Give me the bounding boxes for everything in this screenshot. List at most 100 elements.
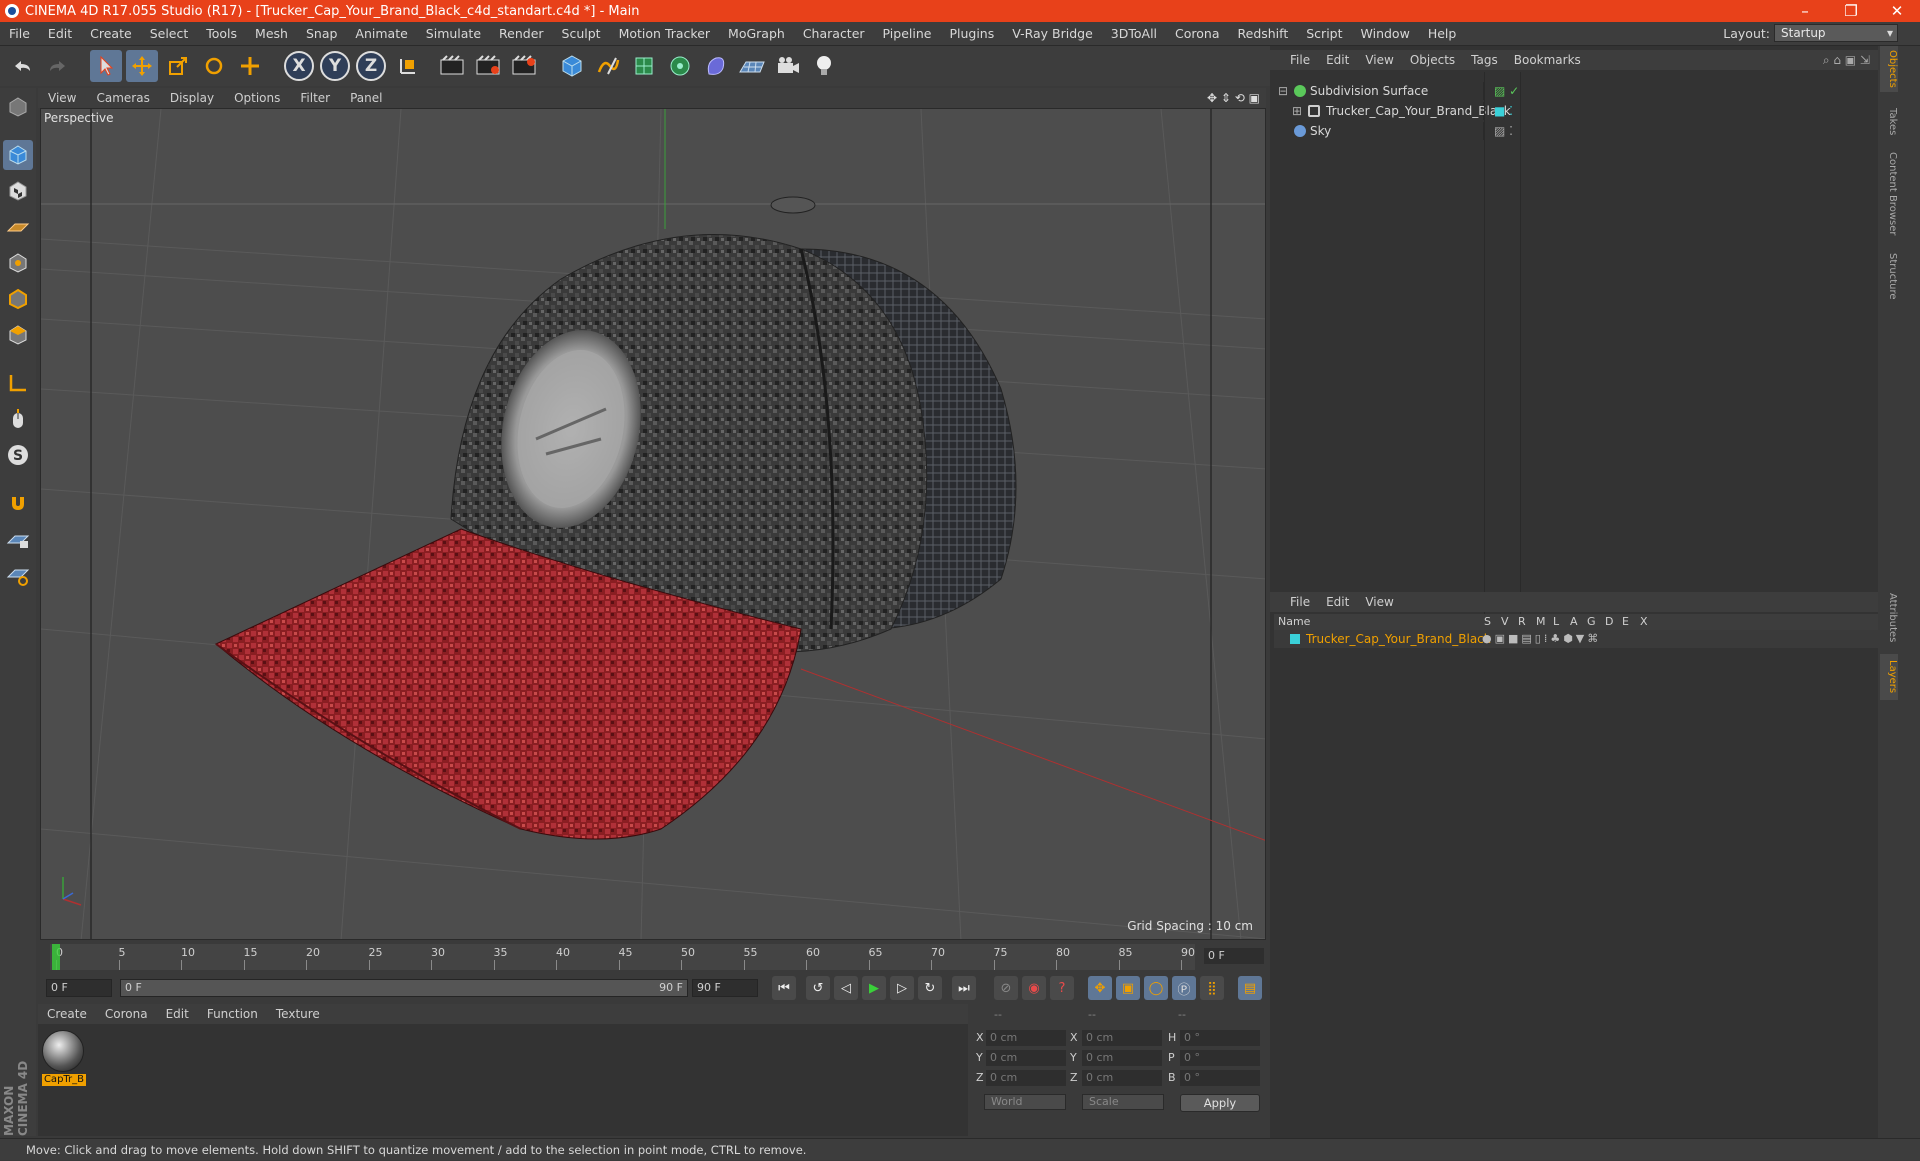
coordinate-space-select[interactable]: World <box>984 1094 1066 1110</box>
menu-plugins[interactable]: Plugins <box>940 26 1003 41</box>
tab-objects[interactable]: Objects <box>1880 46 1898 92</box>
material-menu-corona[interactable]: Corona <box>96 1007 157 1021</box>
scale-tool-icon[interactable] <box>162 50 194 82</box>
layer-col-manager[interactable]: M <box>1536 614 1546 630</box>
menu-corona[interactable]: Corona <box>1166 26 1228 41</box>
layer-col-expressions[interactable]: E <box>1622 614 1629 630</box>
viewport-menu-display[interactable]: Display <box>160 91 224 105</box>
z-axis-lock-button[interactable]: Z <box>356 51 386 81</box>
keyframe-selection-icon[interactable]: ⊘ <box>994 976 1018 1000</box>
visibility-dots-icon[interactable]: ▨ ⁚ <box>1494 122 1513 140</box>
edges-mode-icon[interactable] <box>3 284 33 314</box>
workplane-mode-icon[interactable] <box>3 212 33 242</box>
layer-row[interactable]: Trucker_Cap_Your_Brand_Black ●▣■▤▯⁞♣⬢▼⌘ <box>1274 630 1896 648</box>
tab-attributes[interactable]: Attributes <box>1880 588 1898 648</box>
layer-col-deformers[interactable]: D <box>1605 614 1613 630</box>
menu-create[interactable]: Create <box>81 26 141 41</box>
viewport-menu-options[interactable]: Options <box>224 91 290 105</box>
rotation-b-field[interactable]: 0 ° <box>1180 1070 1260 1086</box>
viewport-menu-panel[interactable]: Panel <box>340 91 392 105</box>
menu-window[interactable]: Window <box>1352 26 1419 41</box>
previous-frame-icon[interactable]: ◁ <box>834 976 858 1000</box>
menu-redshift[interactable]: Redshift <box>1229 26 1298 41</box>
key-parameter-icon[interactable]: Ⓟ <box>1172 976 1196 1000</box>
render-settings-icon[interactable] <box>508 50 540 82</box>
next-key-icon[interactable]: ↻ <box>918 976 942 1000</box>
go-to-start-icon[interactable]: ⏮ <box>772 976 796 1000</box>
layer-color-icon[interactable]: ■ ⁚ <box>1494 102 1513 120</box>
objects-menu-edit[interactable]: Edit <box>1318 53 1357 67</box>
layer-col-render[interactable]: R <box>1518 614 1526 630</box>
autokey-icon[interactable]: ? <box>1050 976 1074 1000</box>
menu-edit[interactable]: Edit <box>39 26 81 41</box>
objects-menu-bookmarks[interactable]: Bookmarks <box>1506 53 1589 67</box>
layers-menu-view[interactable]: View <box>1357 595 1401 609</box>
position-x-field[interactable]: 0 cm <box>986 1030 1066 1046</box>
tab-structure[interactable]: Structure <box>1880 246 1898 306</box>
redo-icon[interactable] <box>42 50 74 82</box>
material-menu-function[interactable]: Function <box>198 1007 267 1021</box>
layers-menu-edit[interactable]: Edit <box>1318 595 1357 609</box>
previous-key-icon[interactable]: ↺ <box>806 976 830 1000</box>
render-view-icon[interactable] <box>436 50 468 82</box>
model-mode-icon[interactable] <box>3 140 33 170</box>
timeline-window-icon[interactable]: ▤ <box>1238 976 1262 1000</box>
menu-mograph[interactable]: MoGraph <box>719 26 794 41</box>
frame-range-slider[interactable]: 0 F 90 F <box>120 979 688 997</box>
layer-color-swatch[interactable] <box>1290 634 1300 644</box>
viewport-menu-filter[interactable]: Filter <box>290 91 340 105</box>
timeline-ruler[interactable]: 051015202530354045505560657075808590 <box>50 944 1195 970</box>
collapse-icon[interactable]: ⊟ <box>1278 82 1288 100</box>
close-button[interactable]: ✕ <box>1874 0 1920 22</box>
minimize-button[interactable]: – <box>1782 0 1828 22</box>
key-rotation-icon[interactable]: ◯ <box>1144 976 1168 1000</box>
menu-simulate[interactable]: Simulate <box>417 26 490 41</box>
axis-mode-icon[interactable] <box>3 368 33 398</box>
size-x-field[interactable]: 0 cm <box>1082 1030 1162 1046</box>
points-mode-icon[interactable] <box>3 248 33 278</box>
menu-select[interactable]: Select <box>141 26 198 41</box>
material-menu-create[interactable]: Create <box>38 1007 96 1021</box>
layer-name[interactable]: Trucker_Cap_Your_Brand_Black <box>1306 630 1491 648</box>
layer-col-animation[interactable]: A <box>1570 614 1578 630</box>
move-tool-icon[interactable] <box>126 50 158 82</box>
layer-col-view[interactable]: V <box>1501 614 1509 630</box>
select-arrow-icon[interactable] <box>90 50 122 82</box>
render-picture-viewer-icon[interactable] <box>472 50 504 82</box>
material-swatch[interactable]: CapTr_B <box>42 1030 86 1088</box>
menu-motion-tracker[interactable]: Motion Tracker <box>610 26 719 41</box>
light-object-icon[interactable] <box>808 50 840 82</box>
menu-snap[interactable]: Snap <box>297 26 346 41</box>
floor-object-icon[interactable] <box>736 50 768 82</box>
position-y-field[interactable]: 0 cm <box>986 1050 1066 1066</box>
layer-col-generators[interactable]: G <box>1587 614 1596 630</box>
object-row-subdivision-surface[interactable]: ⊟ Subdivision Surface ▨ ✓ <box>1274 82 1896 100</box>
objects-menu-objects[interactable]: Objects <box>1402 53 1463 67</box>
timeline[interactable]: 051015202530354045505560657075808590 0 F <box>40 942 1266 972</box>
menu-vray-bridge[interactable]: V-Ray Bridge <box>1003 26 1102 41</box>
spline-pen-icon[interactable] <box>592 50 624 82</box>
undo-icon[interactable] <box>6 50 38 82</box>
current-frame-field[interactable]: 0 F <box>1204 948 1264 964</box>
menu-script[interactable]: Script <box>1297 26 1351 41</box>
layers-menu-file[interactable]: File <box>1282 595 1318 609</box>
polygons-mode-icon[interactable] <box>3 320 33 350</box>
rotation-h-field[interactable]: 0 ° <box>1180 1030 1260 1046</box>
object-manager-nav-icons[interactable]: ⌕ ⌂ ▣ ⇲ <box>1823 53 1870 68</box>
cube-object-icon[interactable] <box>556 50 588 82</box>
snapping-icon[interactable]: S <box>3 440 33 470</box>
layer-toggle-icons[interactable]: ●▣■▤▯⁞♣⬢▼⌘ <box>1482 630 1601 648</box>
viewport-nav-icons[interactable]: ✥ ⇕ ⟲ ▣ <box>1207 91 1260 105</box>
tab-content-browser[interactable]: Content Browser <box>1880 148 1898 240</box>
position-z-field[interactable]: 0 cm <box>986 1070 1066 1086</box>
deformer-icon[interactable] <box>700 50 732 82</box>
tab-layers[interactable]: Layers <box>1880 654 1898 700</box>
layer-col-xref[interactable]: X <box>1640 614 1648 630</box>
material-menu-texture[interactable]: Texture <box>267 1007 329 1021</box>
play-icon[interactable]: ▶ <box>862 976 886 1000</box>
recent-tool-icon[interactable] <box>234 50 266 82</box>
layer-col-locked[interactable]: L <box>1553 614 1559 630</box>
playhead[interactable] <box>52 944 60 970</box>
object-row-trucker-cap[interactable]: ⊞ Trucker_Cap_Your_Brand_Black ■ ⁚ <box>1274 102 1896 120</box>
menu-help[interactable]: Help <box>1419 26 1466 41</box>
